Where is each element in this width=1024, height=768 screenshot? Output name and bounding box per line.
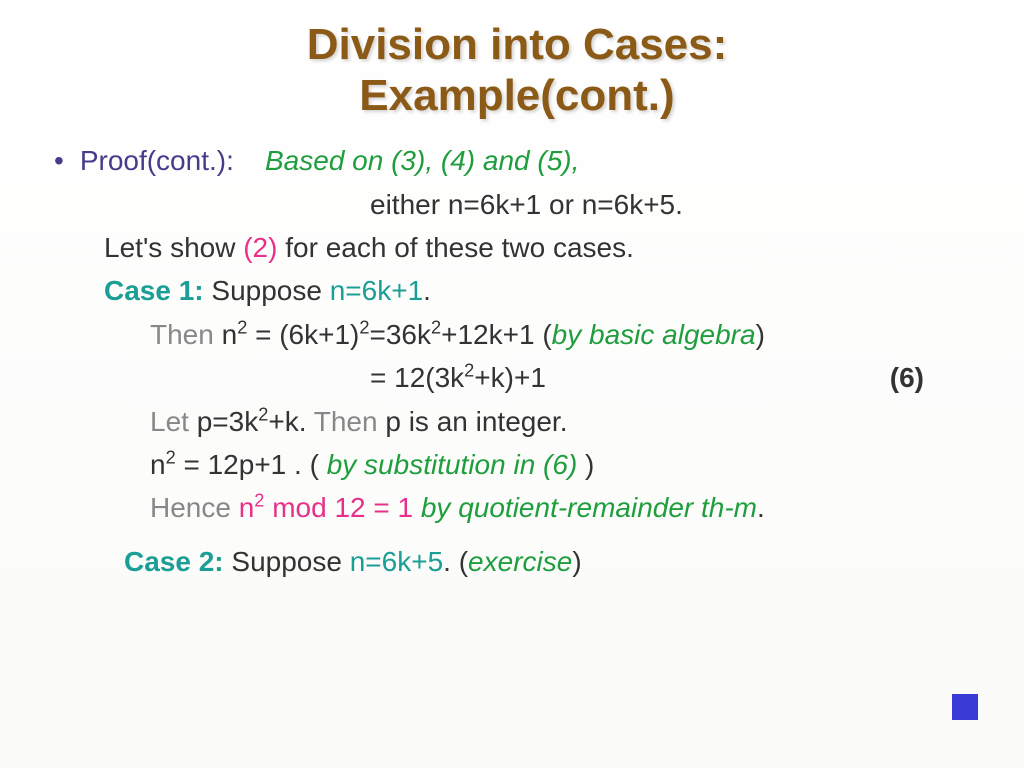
hence-line: Hence n2 mod 12 = 1 by quotient-remainde… — [50, 486, 984, 529]
case-2-line: Case 2: Suppose n=6k+5. (exercise) — [50, 540, 984, 583]
either-line: either n=6k+1 or n=6k+5. — [50, 183, 984, 226]
let-p-line: Let p=3k2+k. Then p is an integer. — [50, 400, 984, 443]
eq-line-2: = 12(3k2+k)+1 (6) — [50, 356, 984, 399]
eq-line-1: Then n2 = (6k+1)2=36k2+12k+1 (by basic a… — [50, 313, 984, 356]
eq-number-6: (6) — [890, 356, 924, 399]
substitution-line: n2 = 12p+1 . ( by substitution in (6) ) — [50, 443, 984, 486]
case-1-line: Case 1: Suppose n=6k+1. — [50, 269, 984, 312]
based-on-text: Based on (3), (4) and (5), — [265, 145, 579, 176]
slide-title: Division into Cases: Example(cont.) — [50, 20, 984, 121]
title-line-1: Division into Cases: — [307, 20, 728, 69]
slide-body: • Proof(cont.): Based on (3), (4) and (5… — [50, 139, 984, 583]
qed-square-icon — [952, 694, 978, 720]
title-line-2: Example(cont.) — [359, 71, 674, 120]
proof-label: Proof(cont.): — [80, 145, 234, 176]
slide-container: Division into Cases: Example(cont.) • Pr… — [0, 0, 1024, 603]
lets-show-line: Let's show (2) for each of these two cas… — [50, 226, 984, 269]
case-2-label: Case 2: — [124, 546, 224, 577]
bullet-dot-icon: • — [54, 139, 64, 182]
case-1-label: Case 1: — [104, 275, 204, 306]
proof-bullet: • Proof(cont.): Based on (3), (4) and (5… — [50, 139, 984, 182]
bullet-text: Proof(cont.): Based on (3), (4) and (5), — [80, 139, 580, 182]
